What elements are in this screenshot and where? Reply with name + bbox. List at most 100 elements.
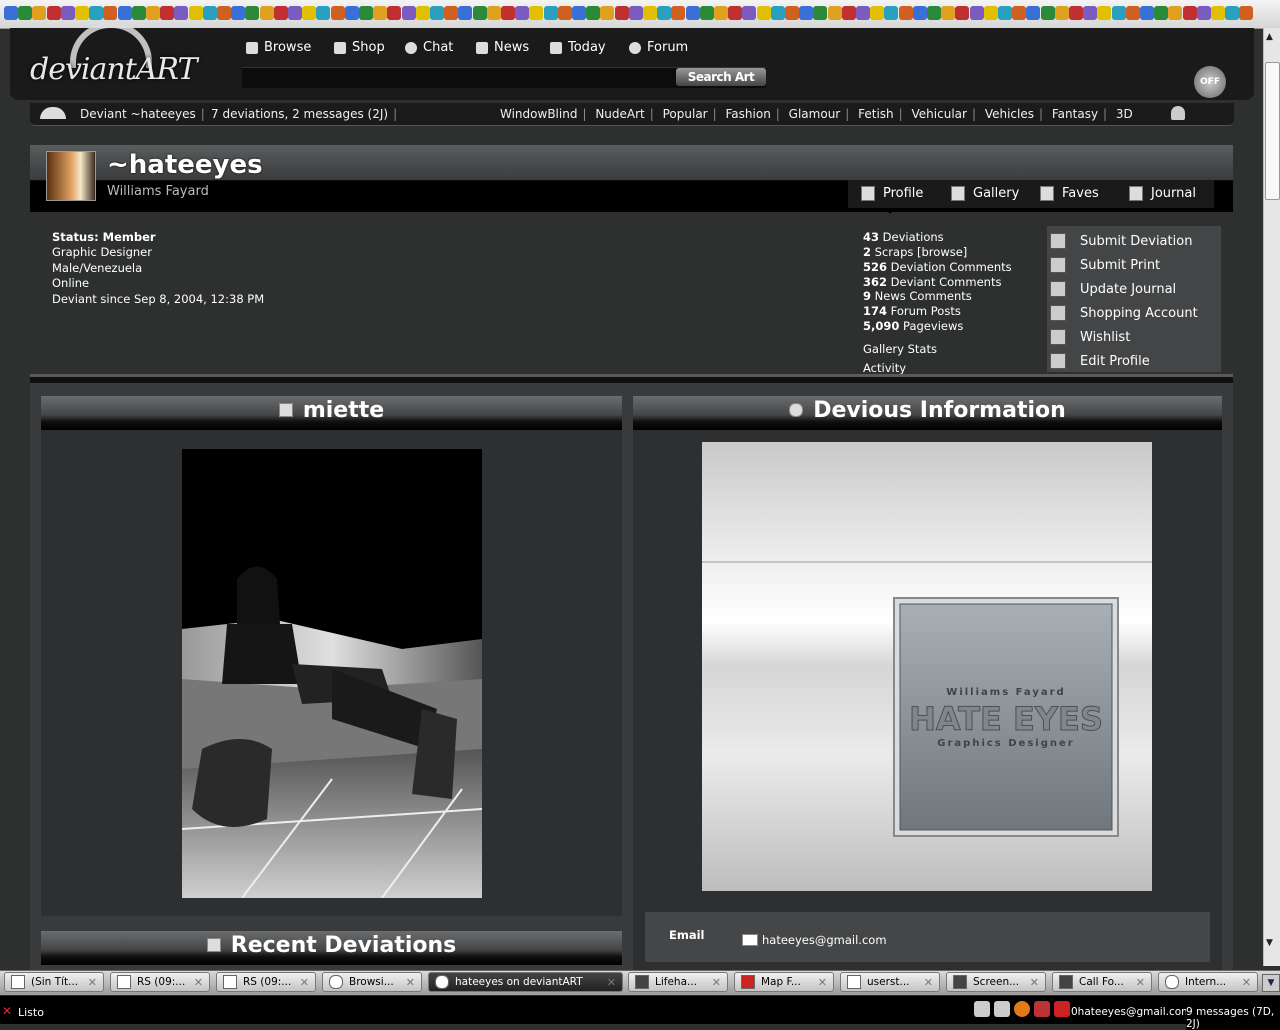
tab-item[interactable]: (Sin Tít... ✕ xyxy=(4,972,104,992)
activity-link[interactable]: Activity xyxy=(863,361,906,375)
bookmark-icon[interactable] xyxy=(1125,6,1140,20)
bookmark-icon[interactable] xyxy=(557,6,572,20)
bookmark-icon[interactable] xyxy=(202,6,217,20)
close-icon[interactable]: ✕ xyxy=(1030,976,1039,989)
close-icon[interactable]: ✕ xyxy=(818,976,827,989)
search-input[interactable] xyxy=(246,69,675,87)
tab-list-icon[interactable]: ▼ xyxy=(1262,974,1280,992)
bookmark-icon[interactable] xyxy=(387,6,402,20)
nav-forum[interactable]: Forum xyxy=(629,40,688,55)
bookmark-icon[interactable] xyxy=(1154,6,1169,20)
stat-deviant-comments[interactable]: 362 Deviant Comments xyxy=(863,275,1001,289)
tab-item-active[interactable]: hateeyes on deviantART ✕ xyxy=(428,972,623,992)
close-icon[interactable]: ✕ xyxy=(712,976,721,989)
category-link[interactable]: 3D xyxy=(1116,107,1133,121)
bookmark-icon[interactable] xyxy=(927,6,941,20)
bookmark-icon[interactable] xyxy=(117,6,132,20)
bookmark-icon[interactable] xyxy=(259,6,274,20)
close-icon[interactable]: ✕ xyxy=(194,976,203,989)
bookmark-icon[interactable] xyxy=(444,6,459,20)
userbar-deviant-link[interactable]: Deviant ~hateeyes | xyxy=(80,107,210,121)
bookmark-icon[interactable] xyxy=(898,6,913,20)
bookmark-icon[interactable] xyxy=(983,6,998,20)
close-icon[interactable]: ✕ xyxy=(1242,976,1251,989)
stat-deviation-comments[interactable]: 526 Deviation Comments xyxy=(863,260,1012,274)
bookmark-icon[interactable] xyxy=(486,6,501,20)
bookmark-icon[interactable] xyxy=(316,6,331,20)
bookmark-icon[interactable] xyxy=(359,6,373,20)
bookmark-icon[interactable] xyxy=(714,6,728,20)
stat-scraps[interactable]: 2 Scraps [browse] xyxy=(863,245,967,259)
bookmark-icon[interactable] xyxy=(955,6,970,20)
stop-icon[interactable]: ✕ xyxy=(2,1004,12,1018)
site-logo[interactable]: deviantART xyxy=(30,52,197,87)
bookmark-icon[interactable] xyxy=(103,6,118,20)
bookmark-icon[interactable] xyxy=(998,6,1012,20)
scrollbar-thumb[interactable] xyxy=(1265,62,1280,200)
category-link[interactable]: Vehicles xyxy=(985,107,1034,121)
bookmark-icon[interactable] xyxy=(89,6,104,20)
tray-edit-icon[interactable] xyxy=(974,1001,990,1017)
bookmark-icon[interactable] xyxy=(699,6,714,20)
tab-item[interactable]: RS (09:... ✕ xyxy=(110,972,210,992)
bookmark-icon[interactable] xyxy=(742,6,757,20)
bookmark-icon[interactable] xyxy=(1026,6,1041,20)
off-button[interactable]: OFF xyxy=(1194,66,1226,98)
bookmark-icon[interactable] xyxy=(969,6,984,20)
tab-item[interactable]: userst... ✕ xyxy=(840,972,940,992)
user-icon[interactable] xyxy=(1171,106,1185,120)
bookmark-icon[interactable] xyxy=(1012,6,1027,20)
scroll-down-icon[interactable]: ▼ xyxy=(1266,938,1273,948)
tab-item[interactable]: Map F... ✕ xyxy=(734,972,834,992)
tab-item[interactable]: Intern... ✕ xyxy=(1158,972,1258,992)
nav-browse[interactable]: Browse xyxy=(246,40,311,55)
id-card-image[interactable]: Williams Fayard HATE EYES Graphics Desig… xyxy=(702,442,1152,891)
tab-item[interactable]: Browsi... ✕ xyxy=(322,972,422,992)
bookmark-icon[interactable] xyxy=(231,6,246,20)
nav-news[interactable]: News xyxy=(476,40,529,55)
bookmark-icon[interactable] xyxy=(912,6,927,20)
bookmark-icon[interactable] xyxy=(671,6,686,20)
bookmark-icon[interactable] xyxy=(1225,6,1240,20)
userbar-summary-link[interactable]: 7 deviations, 2 messages (2J) | xyxy=(211,107,402,121)
tab-journal[interactable]: Journal xyxy=(1129,186,1196,201)
bookmark-icon[interactable] xyxy=(643,6,657,20)
bookmark-icon[interactable] xyxy=(529,6,544,20)
bookmark-icon[interactable] xyxy=(543,6,558,20)
bookmark-icon[interactable] xyxy=(728,6,743,20)
bookmark-icon[interactable] xyxy=(174,6,189,20)
bookmark-icon[interactable] xyxy=(4,6,18,20)
bookmark-icon[interactable] xyxy=(770,6,785,20)
bookmark-icon[interactable] xyxy=(330,6,345,20)
bookmark-icon[interactable] xyxy=(1211,6,1225,20)
bookmark-icon[interactable] xyxy=(1196,6,1211,20)
bookmark-icon[interactable] xyxy=(685,6,700,20)
category-link[interactable]: Fashion xyxy=(726,107,771,121)
tab-gallery[interactable]: Gallery xyxy=(951,186,1019,201)
close-icon[interactable]: ✕ xyxy=(1136,976,1145,989)
close-icon[interactable]: ✕ xyxy=(924,976,933,989)
bookmark-icon[interactable] xyxy=(1239,6,1254,20)
bookmark-icon[interactable] xyxy=(430,6,444,20)
bookmark-icon[interactable] xyxy=(131,6,146,20)
category-link[interactable]: Fetish xyxy=(858,107,894,121)
bookmark-icon[interactable] xyxy=(1083,6,1098,20)
bookmark-icon[interactable] xyxy=(401,6,416,20)
featured-deviation-image[interactable] xyxy=(182,449,482,898)
bookmark-icon[interactable] xyxy=(657,6,672,20)
tray-rip-icon[interactable] xyxy=(994,1001,1010,1017)
profile-username[interactable]: ~hateeyes xyxy=(107,150,263,180)
tab-item[interactable]: Lifeha... ✕ xyxy=(628,972,728,992)
bookmark-icon[interactable] xyxy=(288,6,302,20)
bookmark-icon[interactable] xyxy=(628,6,643,20)
email-link[interactable]: hateeyes@gmail.com xyxy=(742,933,887,947)
tab-faves[interactable]: Faves xyxy=(1040,186,1099,201)
tab-profile[interactable]: Profile xyxy=(861,186,923,201)
bookmark-icon[interactable] xyxy=(1097,6,1112,20)
bookmark-icon[interactable] xyxy=(273,6,288,20)
search-art-button[interactable]: Search Art xyxy=(676,68,766,86)
bookmark-icon[interactable] xyxy=(827,6,842,20)
bookmark-icon[interactable] xyxy=(146,6,160,20)
bookmark-icon[interactable] xyxy=(799,6,814,20)
category-link[interactable]: Fantasy xyxy=(1052,107,1098,121)
